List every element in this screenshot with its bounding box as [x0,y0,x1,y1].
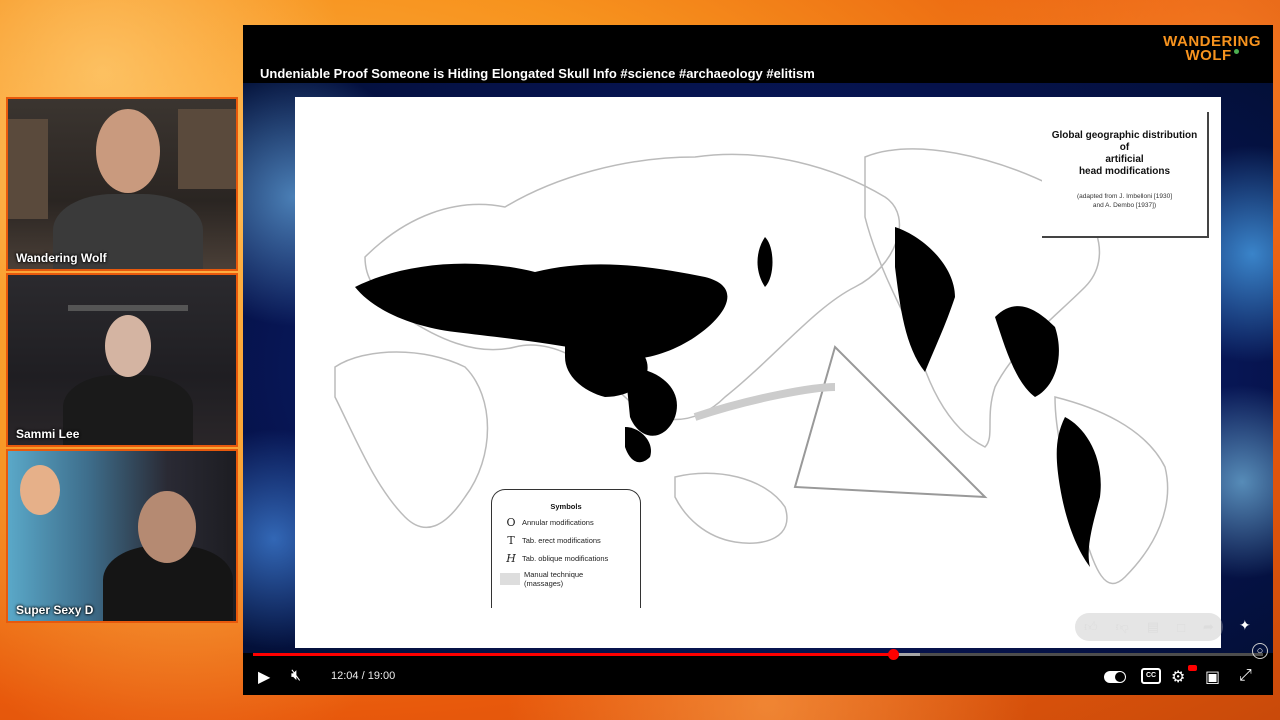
person-head [96,109,160,193]
share-icon[interactable]: ➦ [1203,619,1214,635]
captions-icon[interactable]: CC [1141,668,1161,684]
person-body [63,375,193,445]
autoplay-toggle[interactable] [1104,671,1126,683]
slide-map: Global geographic distribution of artifi… [295,97,1221,648]
legend-item: T Tab. erect modifications [500,534,640,547]
webcam-tile-3: Super Sexy D [6,449,238,623]
map-title-line: artificial [1105,154,1144,165]
map-title-line: Global geographic distribution [1051,130,1198,141]
comment-icon[interactable]: ▤ [1147,619,1159,635]
map-source-line: (adapted from J. Imbelloni [1930] [1076,193,1173,200]
person-head [138,491,196,563]
bookshelf [178,109,236,189]
map-title-line: of [1119,142,1130,153]
legend-item: H Tab. oblique modifications [500,552,640,565]
live-dot-icon [1233,49,1239,54]
legend-title: Symbols [550,502,582,511]
legend-swatch [500,573,520,585]
participant-name: Super Sexy D [16,603,94,617]
legend-label: Manual technique [524,570,584,579]
settings-gear-icon[interactable]: ⚙ [1171,667,1185,687]
webcam-tile-1: Wandering Wolf [6,97,238,271]
legend-sublabel: (massages) [524,579,564,588]
shelf [68,305,188,311]
chat-icon[interactable]: □ [1177,620,1185,635]
video-player[interactable]: WANDERING WOLF Undeniable Proof Someone … [243,25,1273,695]
participant-name: Sammi Lee [16,427,80,441]
player-controls: ▶ 🔇︎ 12:04 / 19:00 CC ⚙ ▣ ⤢ [243,659,1273,695]
map-source-line: and A. Dembo [1937]) [1092,202,1157,209]
sparkle-icon[interactable]: ✦ [1239,617,1251,634]
time-display: 12:04 / 19:00 [331,670,396,682]
legend-item: Manual technique (massages) [500,570,640,588]
webcam-tile-2: Sammi Lee [6,273,238,447]
map-legend: Symbols O Annular modifications T Tab. e… [491,489,641,608]
action-bar: 👍︎ 👎︎ ▤ □ ➦ [1075,613,1223,641]
legend-symbol: O [506,516,516,529]
logo-line2: WOLF [1185,47,1232,64]
legend-symbol: H [506,552,516,565]
mute-icon[interactable]: 🔇︎ [291,667,301,685]
miniplayer-icon[interactable]: ▣ [1205,667,1220,687]
legend-label: Tab. oblique modifications [522,554,609,563]
map-title-line: head modifications [1078,166,1171,177]
map-title-box: Global geographic distribution of artifi… [1042,112,1209,238]
zoom-icon[interactable]: ○ [1252,643,1268,659]
hd-badge [1188,665,1197,671]
exit-fullscreen-icon[interactable]: ⤢ [1239,667,1252,685]
poster-figure [20,465,60,515]
person-head [105,315,151,377]
legend-label: Tab. erect modifications [522,536,601,545]
channel-logo: WANDERING WOLF [1163,34,1261,64]
progress-bar[interactable] [253,649,1263,660]
participant-name: Wandering Wolf [16,251,107,265]
play-icon[interactable]: ▶ [258,667,270,687]
bookshelf [8,119,48,219]
video-title[interactable]: Undeniable Proof Someone is Hiding Elong… [260,66,815,81]
progress-fill [253,653,894,656]
thumbs-down-icon[interactable]: 👎︎ [1116,619,1129,635]
legend-item: O Annular modifications [500,516,640,529]
thumbs-up-icon[interactable]: 👍︎ [1084,619,1098,635]
legend-symbol: T [507,534,515,547]
legend-label: Annular modifications [522,518,594,527]
